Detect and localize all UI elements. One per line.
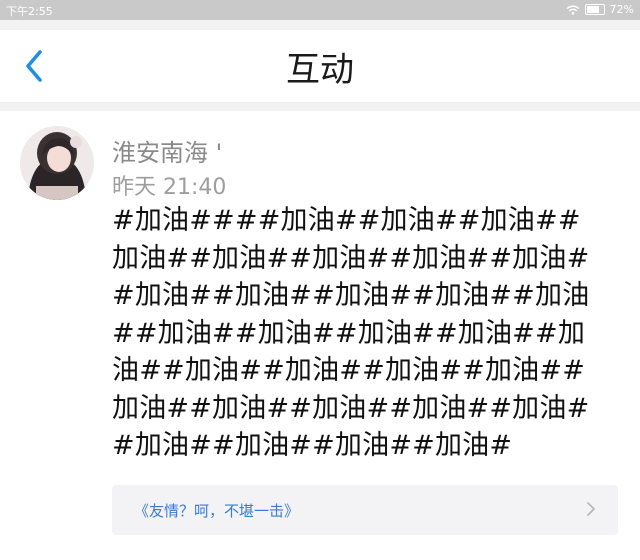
battery-icon	[584, 4, 605, 15]
author-name[interactable]: 淮安南海 '	[112, 133, 222, 168]
post-content: #加油####加油##加油##加油##加油##加油##加油##加油##加油##加…	[112, 205, 590, 461]
status-right-cluster: 72%	[566, 3, 634, 16]
section-divider	[0, 103, 640, 111]
avatar-image	[20, 126, 94, 200]
status-time: 下午2:55	[6, 5, 53, 18]
status-bar: 下午2:55 72%	[0, 0, 640, 20]
post-timestamp: 昨天 21:40	[112, 175, 227, 200]
battery-percent: 72%	[609, 3, 634, 16]
wifi-icon	[566, 5, 579, 15]
linked-post-card[interactable]: 《友情？呵，不堪一击》	[112, 485, 618, 535]
nav-header: 互动	[0, 30, 640, 103]
top-divider	[0, 20, 640, 30]
page-title: 互动	[286, 50, 354, 90]
chevron-right-icon	[587, 502, 595, 516]
avatar[interactable]	[20, 126, 94, 200]
linked-post-title: 《友情？呵，不堪一击》	[134, 502, 300, 520]
